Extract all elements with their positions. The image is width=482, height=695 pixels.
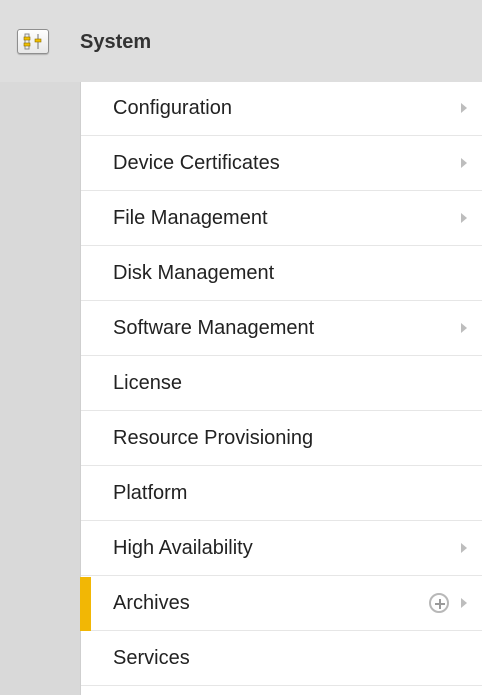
menu-item-label: License (113, 372, 182, 394)
chevron-right-icon (461, 598, 467, 608)
menu-item-label: Platform (113, 482, 188, 504)
menu-item-label: Device Certificates (113, 152, 280, 174)
system-header: System (0, 0, 482, 82)
plus-circle-icon[interactable] (429, 593, 449, 613)
menu-item-file-management[interactable]: File Management (81, 192, 482, 246)
menu-item-label: Configuration (113, 97, 232, 119)
chevron-right-icon (461, 543, 467, 553)
menu-item-label: Archives (113, 592, 190, 614)
chevron-right-icon (461, 158, 467, 168)
chevron-right-icon (461, 213, 467, 223)
chevron-right-icon (461, 323, 467, 333)
menu-item-label: Services (113, 647, 190, 669)
menu-item-label: High Availability (113, 537, 253, 559)
menu-item-resource-provisioning[interactable]: Resource Provisioning (81, 412, 482, 466)
system-submenu: Configuration Device Certificates File M… (80, 82, 482, 695)
left-rail (0, 82, 80, 695)
menu-item-platform[interactable]: Platform (81, 467, 482, 521)
menu-item-high-availability[interactable]: High Availability (81, 522, 482, 576)
menu-item-services[interactable]: Services (81, 632, 482, 686)
menu-item-license[interactable]: License (81, 357, 482, 411)
system-sliders-icon[interactable] (17, 29, 49, 54)
menu-item-device-certificates[interactable]: Device Certificates (81, 137, 482, 191)
menu-item-software-management[interactable]: Software Management (81, 302, 482, 356)
menu-item-archives[interactable]: Archives (80, 577, 482, 631)
page-title: System (80, 31, 152, 53)
menu-item-configuration[interactable]: Configuration (81, 82, 482, 136)
menu-item-label: Software Management (113, 317, 315, 339)
menu-item-label: File Management (113, 207, 268, 229)
menu-item-label: Disk Management (113, 262, 275, 284)
chevron-right-icon (461, 103, 467, 113)
menu-item-disk-management[interactable]: Disk Management (81, 247, 482, 301)
menu-item-label: Resource Provisioning (113, 427, 314, 449)
